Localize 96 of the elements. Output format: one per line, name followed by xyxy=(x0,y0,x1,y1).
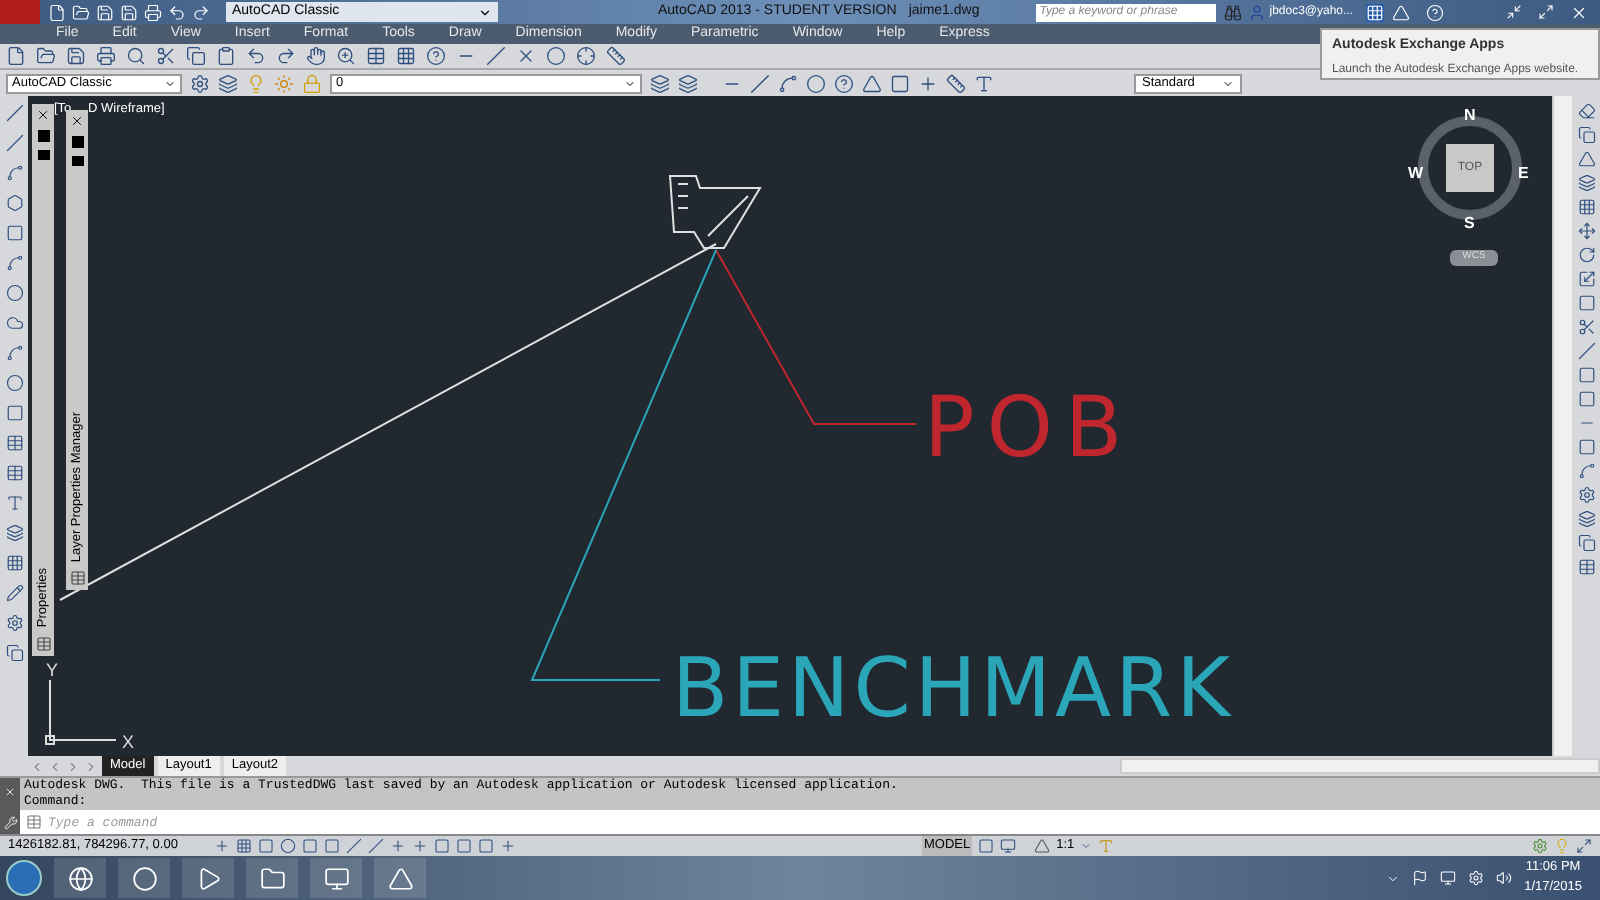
crosshair-icon[interactable] xyxy=(576,46,596,66)
table-icon[interactable] xyxy=(5,464,23,482)
ruler-icon[interactable] xyxy=(606,46,626,66)
ellipse-icon[interactable] xyxy=(5,374,23,392)
block-icon[interactable] xyxy=(5,404,23,422)
next-tab-icon[interactable] xyxy=(66,759,80,773)
minimize-icon[interactable] xyxy=(1506,4,1522,20)
circle-icon[interactable] xyxy=(546,46,566,66)
rectangle-icon[interactable] xyxy=(5,224,23,242)
previous-tab-icon[interactable] xyxy=(48,759,62,773)
revision-cloud-icon[interactable] xyxy=(5,314,23,332)
measure-icon[interactable] xyxy=(946,73,966,93)
gear-icon[interactable] xyxy=(5,614,23,632)
building-outline-drawing xyxy=(668,175,762,249)
media-player-icon[interactable] xyxy=(195,865,221,891)
last-tab-icon[interactable] xyxy=(84,759,98,773)
volume-icon[interactable] xyxy=(1496,870,1513,886)
print-icon[interactable] xyxy=(144,3,162,21)
redo-icon[interactable] xyxy=(276,46,296,66)
maximize-icon[interactable] xyxy=(1538,4,1554,20)
text-icon[interactable] xyxy=(5,494,23,512)
grid-icon[interactable] xyxy=(5,554,23,572)
undo-icon[interactable] xyxy=(246,46,266,66)
close-icon[interactable] xyxy=(36,108,50,122)
move-icon[interactable] xyxy=(1577,222,1595,240)
clipboard-icon[interactable] xyxy=(216,46,236,66)
grid-icon[interactable] xyxy=(396,46,416,66)
cross-icon[interactable] xyxy=(516,46,536,66)
axis-label: X xyxy=(122,732,135,752)
scissors-icon[interactable] xyxy=(156,46,176,66)
vertical-scrollbar[interactable] xyxy=(1552,96,1572,756)
horizontal-scrollbar[interactable] xyxy=(1120,758,1600,774)
wrench-icon[interactable] xyxy=(3,815,17,829)
triangle-icon[interactable] xyxy=(1391,3,1410,21)
open-folder-icon[interactable] xyxy=(36,46,56,66)
save-as-icon[interactable] xyxy=(120,3,138,21)
text-icon[interactable] xyxy=(974,73,994,93)
grid-icon[interactable] xyxy=(236,838,252,854)
caret-icon xyxy=(624,77,636,89)
close-icon[interactable] xyxy=(70,114,84,128)
polygon-icon[interactable] xyxy=(5,194,23,212)
network-icon[interactable] xyxy=(1440,870,1457,886)
axis-label: Y xyxy=(46,660,59,680)
window-icon[interactable] xyxy=(323,865,349,891)
first-tab-icon[interactable] xyxy=(30,759,44,773)
array-icon[interactable] xyxy=(1577,198,1595,216)
flag-icon[interactable] xyxy=(1412,870,1429,886)
rotate-icon[interactable] xyxy=(1577,246,1595,264)
layers-icon[interactable] xyxy=(218,73,238,93)
line-icon[interactable] xyxy=(5,104,23,122)
construction-line-icon[interactable] xyxy=(5,134,23,152)
clean-screen-icon[interactable] xyxy=(1576,838,1592,854)
caret-icon xyxy=(478,5,492,19)
viewport-icon[interactable] xyxy=(1000,838,1017,854)
start-button[interactable] xyxy=(6,860,42,896)
trim-icon[interactable] xyxy=(1577,318,1595,336)
ucs-axes-icon xyxy=(45,679,117,745)
pencil-icon[interactable] xyxy=(5,584,23,602)
undo-icon[interactable] xyxy=(168,3,186,21)
copy-icon[interactable] xyxy=(1577,126,1595,144)
arc-icon[interactable] xyxy=(5,254,23,272)
box-icon[interactable] xyxy=(890,73,910,93)
redo-icon[interactable] xyxy=(192,3,210,21)
gear-icon[interactable] xyxy=(190,73,210,93)
table-icon[interactable] xyxy=(1577,558,1595,576)
command-line-handle[interactable] xyxy=(0,778,20,810)
hand-icon[interactable] xyxy=(306,46,326,66)
scale-icon[interactable] xyxy=(1577,270,1595,288)
caret-icon xyxy=(1222,77,1234,89)
print-icon[interactable] xyxy=(96,46,116,66)
polyline-icon[interactable] xyxy=(5,164,23,182)
copy-icon[interactable] xyxy=(5,644,23,662)
folder-icon[interactable] xyxy=(259,865,285,891)
blend-icon[interactable] xyxy=(1577,462,1595,480)
copy-icon[interactable] xyxy=(186,46,206,66)
tray-expand-icon[interactable] xyxy=(1386,871,1401,885)
search-icon[interactable] xyxy=(126,46,146,66)
layers-icon[interactable] xyxy=(5,524,23,542)
compass-east[interactable]: E xyxy=(1518,162,1529,186)
save-icon[interactable] xyxy=(66,46,86,66)
circle-icon[interactable] xyxy=(5,284,23,302)
diagonal-line-icon[interactable] xyxy=(486,46,506,66)
question-icon[interactable] xyxy=(834,73,854,93)
table-icon[interactable] xyxy=(366,46,386,66)
center-mark-icon[interactable] xyxy=(918,73,938,93)
help-icon[interactable] xyxy=(426,46,446,66)
caret-icon xyxy=(164,77,176,89)
eraser-icon[interactable] xyxy=(1577,102,1595,120)
compass-west[interactable]: W xyxy=(1408,162,1424,186)
zoom-icon[interactable] xyxy=(336,46,356,66)
point-label: POB xyxy=(924,378,1135,476)
new-file-icon[interactable] xyxy=(6,46,26,66)
binoculars-icon[interactable] xyxy=(1223,3,1242,21)
point-label: BENCHMARK xyxy=(672,640,1234,736)
spline-icon[interactable] xyxy=(5,344,23,362)
browser-icon[interactable] xyxy=(67,865,93,891)
